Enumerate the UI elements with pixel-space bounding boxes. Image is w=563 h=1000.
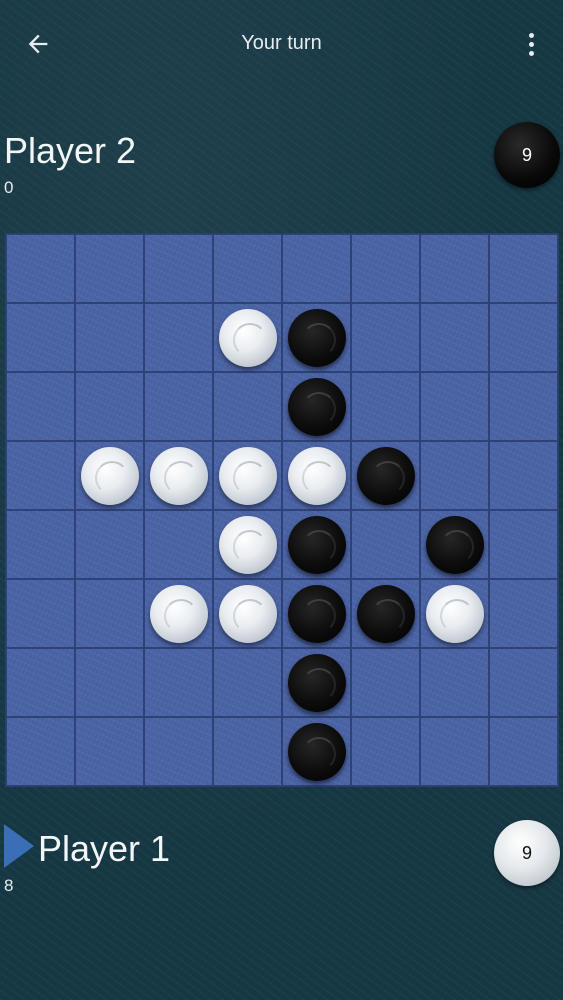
black-disc bbox=[356, 584, 415, 643]
board-cell-r7-c5[interactable] bbox=[351, 717, 420, 786]
board-cell-r3-c5[interactable] bbox=[351, 441, 420, 510]
black-disc bbox=[356, 446, 415, 505]
white-disc bbox=[149, 446, 208, 505]
player2-name: Player 2 bbox=[4, 130, 137, 171]
board-cell-r7-c6[interactable] bbox=[420, 717, 489, 786]
board-cell-r7-c1[interactable] bbox=[75, 717, 144, 786]
white-disc bbox=[218, 515, 277, 574]
board-cell-r3-c6[interactable] bbox=[420, 441, 489, 510]
board-cell-r2-c7[interactable] bbox=[489, 372, 558, 441]
board-cell-r6-c5[interactable] bbox=[351, 648, 420, 717]
board-cell-r2-c6[interactable] bbox=[420, 372, 489, 441]
black-disc bbox=[287, 308, 346, 367]
player2-score: 0 bbox=[4, 178, 14, 197]
board-cell-r0-c4[interactable] bbox=[282, 234, 351, 303]
board-cell-r0-c3[interactable] bbox=[213, 234, 282, 303]
white-disc bbox=[425, 584, 484, 643]
board-cell-r1-c6[interactable] bbox=[420, 303, 489, 372]
board-cell-r3-c2[interactable] bbox=[144, 441, 213, 510]
board-cell-r0-c0[interactable] bbox=[6, 234, 75, 303]
board-cell-r7-c7[interactable] bbox=[489, 717, 558, 786]
black-disc bbox=[287, 584, 346, 643]
board-cell-r0-c1[interactable] bbox=[75, 234, 144, 303]
board-cell-r4-c1[interactable] bbox=[75, 510, 144, 579]
board-cell-r5-c5[interactable] bbox=[351, 579, 420, 648]
black-disc bbox=[425, 515, 484, 574]
board-cell-r5-c1[interactable] bbox=[75, 579, 144, 648]
board-cell-r6-c4[interactable] bbox=[282, 648, 351, 717]
board-cell-r1-c4[interactable] bbox=[282, 303, 351, 372]
board-cell-r0-c7[interactable] bbox=[489, 234, 558, 303]
top-bar: Your turn bbox=[0, 0, 563, 88]
board-cell-r0-c5[interactable] bbox=[351, 234, 420, 303]
board-cell-r3-c7[interactable] bbox=[489, 441, 558, 510]
white-disc bbox=[218, 446, 277, 505]
white-disc bbox=[218, 584, 277, 643]
player2-disc-counter: 9 bbox=[494, 122, 560, 188]
board-cell-r2-c3[interactable] bbox=[213, 372, 282, 441]
board-cell-r1-c0[interactable] bbox=[6, 303, 75, 372]
board-cell-r6-c2[interactable] bbox=[144, 648, 213, 717]
board-cell-r4-c4[interactable] bbox=[282, 510, 351, 579]
board-cell-r1-c7[interactable] bbox=[489, 303, 558, 372]
board-cell-r2-c0[interactable] bbox=[6, 372, 75, 441]
black-disc bbox=[287, 722, 346, 781]
board-cell-r6-c3[interactable] bbox=[213, 648, 282, 717]
board-cell-r2-c5[interactable] bbox=[351, 372, 420, 441]
white-disc bbox=[218, 308, 277, 367]
player1-disc-counter: 9 bbox=[494, 820, 560, 886]
board-cell-r7-c4[interactable] bbox=[282, 717, 351, 786]
board-cell-r5-c2[interactable] bbox=[144, 579, 213, 648]
board-cell-r0-c2[interactable] bbox=[144, 234, 213, 303]
more-vertical-icon bbox=[528, 32, 534, 38]
board-cell-r6-c6[interactable] bbox=[420, 648, 489, 717]
board-cell-r6-c1[interactable] bbox=[75, 648, 144, 717]
board-cell-r6-c0[interactable] bbox=[6, 648, 75, 717]
board-cell-r7-c3[interactable] bbox=[213, 717, 282, 786]
black-disc bbox=[287, 377, 346, 436]
board-cell-r3-c1[interactable] bbox=[75, 441, 144, 510]
turn-indicator-icon bbox=[4, 824, 34, 868]
board-cell-r3-c0[interactable] bbox=[6, 441, 75, 510]
board-cell-r3-c3[interactable] bbox=[213, 441, 282, 510]
board-cell-r5-c6[interactable] bbox=[420, 579, 489, 648]
board-cell-r1-c5[interactable] bbox=[351, 303, 420, 372]
board-cell-r4-c2[interactable] bbox=[144, 510, 213, 579]
board-cell-r0-c6[interactable] bbox=[420, 234, 489, 303]
board-cell-r4-c5[interactable] bbox=[351, 510, 420, 579]
white-disc bbox=[149, 584, 208, 643]
board-cell-r1-c3[interactable] bbox=[213, 303, 282, 372]
board-cell-r1-c1[interactable] bbox=[75, 303, 144, 372]
board-cell-r7-c0[interactable] bbox=[6, 717, 75, 786]
board-cell-r5-c0[interactable] bbox=[6, 579, 75, 648]
board-cell-r2-c2[interactable] bbox=[144, 372, 213, 441]
player1-name: Player 1 bbox=[38, 828, 171, 869]
black-disc bbox=[287, 515, 346, 574]
board-cell-r5-c7[interactable] bbox=[489, 579, 558, 648]
game-board bbox=[6, 234, 558, 786]
page-title: Your turn bbox=[241, 32, 322, 54]
board-cell-r1-c2[interactable] bbox=[144, 303, 213, 372]
more-menu-button[interactable] bbox=[515, 28, 547, 60]
player1-score: 8 bbox=[4, 876, 14, 895]
board-cell-r4-c0[interactable] bbox=[6, 510, 75, 579]
board-cell-r5-c3[interactable] bbox=[213, 579, 282, 648]
board-cell-r6-c7[interactable] bbox=[489, 648, 558, 717]
board-cell-r4-c6[interactable] bbox=[420, 510, 489, 579]
board-cell-r4-c3[interactable] bbox=[213, 510, 282, 579]
board-cell-r2-c1[interactable] bbox=[75, 372, 144, 441]
black-disc bbox=[287, 653, 346, 712]
board-cell-r5-c4[interactable] bbox=[282, 579, 351, 648]
board-cell-r3-c4[interactable] bbox=[282, 441, 351, 510]
white-disc bbox=[80, 446, 139, 505]
white-disc bbox=[287, 446, 346, 505]
board-cell-r2-c4[interactable] bbox=[282, 372, 351, 441]
board-cell-r4-c7[interactable] bbox=[489, 510, 558, 579]
board-cell-r7-c2[interactable] bbox=[144, 717, 213, 786]
